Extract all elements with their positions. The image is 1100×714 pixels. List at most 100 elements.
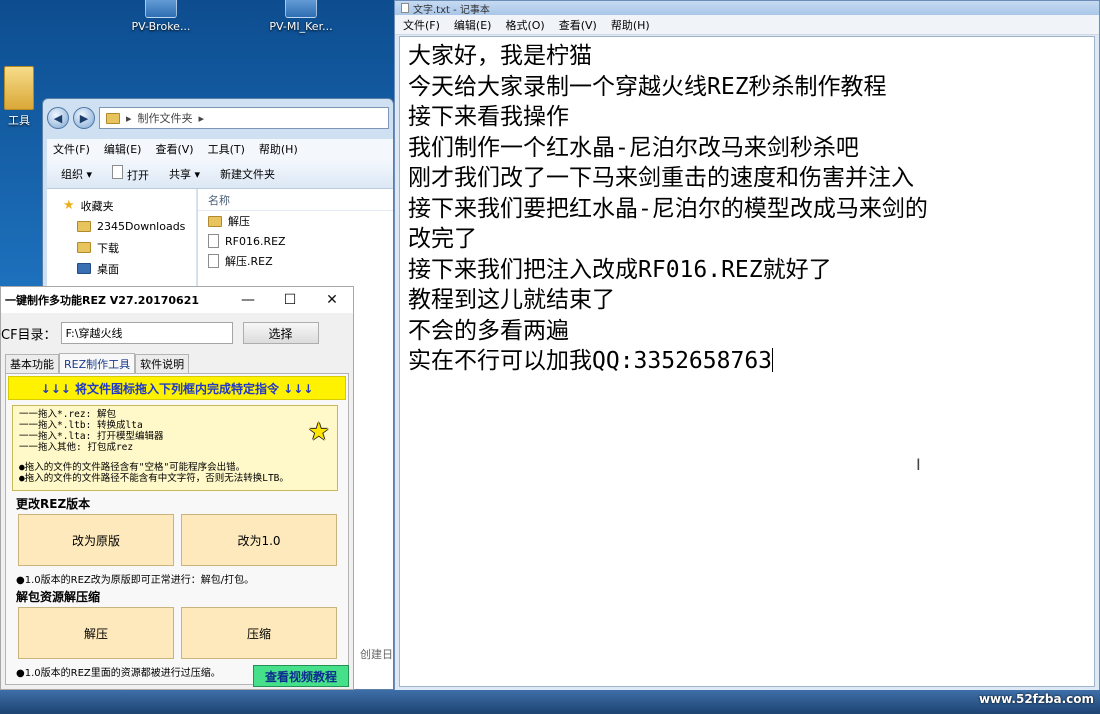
menu-file[interactable]: 文件(F) bbox=[403, 17, 440, 33]
text-line: 不会的多看两遍 bbox=[408, 317, 569, 344]
compress-button[interactable]: 压缩 bbox=[181, 607, 337, 659]
document-icon bbox=[208, 234, 219, 248]
file-name: RF016.REZ bbox=[225, 234, 286, 248]
chevron-right-icon: ▸ bbox=[126, 111, 132, 125]
desktop-icon-tools[interactable]: 工具 bbox=[2, 66, 36, 128]
sidebar-item-label: 2345Downloads bbox=[97, 220, 186, 233]
explorer-menu-bar: 文件(F) 编辑(E) 查看(V) 工具(T) 帮助(H) bbox=[47, 139, 393, 159]
cf-directory-row: CF目录： F:\穿越火线 选择 bbox=[1, 321, 319, 345]
file-row[interactable]: 解压 bbox=[198, 211, 393, 231]
notepad-icon bbox=[401, 3, 409, 13]
menu-format[interactable]: 格式(O) bbox=[505, 17, 544, 33]
file-row[interactable]: 解压.REZ bbox=[198, 251, 393, 271]
explorer-toolbar: 组织 ▾ 打开 共享 ▾ 新建文件夹 bbox=[47, 159, 393, 189]
tab-help[interactable]: 软件说明 bbox=[135, 354, 190, 373]
window-controls: — ☐ ✕ bbox=[227, 288, 353, 312]
drop-instruction-line: 一一拖入*.rez: 解包 bbox=[19, 409, 117, 420]
open-label: 打开 bbox=[127, 168, 150, 182]
menu-view[interactable]: 查看(V) bbox=[155, 141, 193, 157]
document-icon bbox=[112, 164, 124, 179]
tool-title-bar: 一键制作多功能REZ V27.20170621 — ☐ ✕ bbox=[1, 287, 353, 313]
notepad-title-bar: 文字.txt - 记事本 bbox=[395, 1, 1099, 16]
desktop-icon bbox=[77, 263, 91, 274]
menu-tools[interactable]: 工具(T) bbox=[208, 141, 245, 157]
drop-instruction-line: 一一拖入*.lta: 打开模型编辑器 bbox=[19, 431, 164, 442]
notepad-title: 文字.txt - 记事本 bbox=[413, 4, 490, 16]
cf-directory-input[interactable]: F:\穿越火线 bbox=[60, 322, 233, 344]
browse-button[interactable]: 选择 bbox=[242, 322, 319, 344]
folder-icon bbox=[77, 221, 91, 232]
shortcut-icon bbox=[285, 0, 317, 18]
menu-view[interactable]: 查看(V) bbox=[559, 17, 597, 33]
menu-edit[interactable]: 编辑(E) bbox=[454, 17, 492, 33]
notepad-text-area[interactable]: 大家好，我是柠猫 今天给大家录制一个穿越火线REZ秒杀制作教程 接下来看我操作 … bbox=[399, 36, 1095, 687]
text-line-last: 实在不行可以加我QQ:3352658763 bbox=[408, 346, 1094, 377]
watch-video-tutorial-button[interactable]: 查看视频教程 bbox=[253, 665, 349, 687]
rez-tool-window: 一键制作多功能REZ V27.20170621 — ☐ ✕ CF目录： F:\穿… bbox=[0, 286, 354, 690]
download-folder-icon bbox=[77, 242, 91, 253]
set-v1-button[interactable]: 改为1.0 bbox=[181, 514, 337, 566]
sidebar-item-favorites[interactable]: ★ 收藏夹 bbox=[47, 195, 196, 216]
file-name: 解压.REZ bbox=[225, 255, 273, 268]
section-title-version: 更改REZ版本 bbox=[16, 497, 91, 511]
new-folder-button[interactable]: 新建文件夹 bbox=[220, 166, 275, 182]
desktop-icon-pv-broke[interactable]: PV-Broke... bbox=[116, 0, 206, 33]
close-button[interactable]: ✕ bbox=[311, 288, 353, 312]
taskbar bbox=[0, 690, 1100, 714]
back-button[interactable]: ◀ bbox=[47, 107, 69, 129]
section-title-unpack: 解包资源解压缩 bbox=[16, 590, 101, 604]
explorer-nav-bar: ◀ ▶ ▸ 制作文件夹 ▸ bbox=[47, 105, 389, 131]
sidebar-item-downloads-2345[interactable]: 2345Downloads bbox=[47, 216, 196, 237]
tab-basic[interactable]: 基本功能 bbox=[5, 354, 59, 373]
text-line: 接下来我们把注入改成RF016.REZ就好了 bbox=[408, 256, 832, 283]
address-bar[interactable]: ▸ 制作文件夹 ▸ bbox=[99, 107, 389, 129]
sidebar-item-downloads[interactable]: 下载 bbox=[47, 237, 196, 258]
open-button[interactable]: 打开 bbox=[112, 164, 150, 183]
desktop-icon-label: 工具 bbox=[8, 114, 30, 127]
desktop-icon-pv-mi-ker[interactable]: PV-MI_Ker... bbox=[256, 0, 346, 33]
text-line: 接下来我们要把红水晶-尼泊尔的模型改成马来剑的 bbox=[408, 195, 928, 222]
menu-help[interactable]: 帮助(H) bbox=[611, 17, 650, 33]
file-drop-zone[interactable]: 一一拖入*.rez: 解包 一一拖入*.ltb: 转换成lta 一一拖入*.lt… bbox=[12, 405, 338, 491]
ibeam-cursor-icon: I bbox=[916, 455, 921, 474]
sidebar-item-label: 桌面 bbox=[97, 262, 119, 276]
forward-button[interactable]: ▶ bbox=[73, 107, 95, 129]
column-header-name[interactable]: 名称 bbox=[198, 189, 393, 211]
desktop-icon-label: PV-Broke... bbox=[131, 20, 191, 33]
tab-panel-rez-tools: ↓↓↓ 将文件图标拖入下列框内完成特定指令 ↓↓↓ 一一拖入*.rez: 解包 … bbox=[5, 373, 349, 685]
menu-edit[interactable]: 编辑(E) bbox=[104, 141, 142, 157]
menu-file[interactable]: 文件(F) bbox=[53, 141, 90, 157]
folder-icon bbox=[106, 112, 120, 124]
file-row[interactable]: RF016.REZ bbox=[198, 231, 393, 251]
cf-directory-label: CF目录： bbox=[1, 327, 57, 343]
drop-instruction-line: 一一拖入*.ltb: 转换成lta bbox=[19, 420, 143, 431]
drop-warning-line: ●拖入的文件的文件路径不能含有中文字符，否则无法转换LTB。 bbox=[19, 473, 289, 484]
tab-rez-tools[interactable]: REZ制作工具 bbox=[59, 353, 136, 373]
sidebar-item-label: 下载 bbox=[97, 241, 119, 255]
text-line: 大家好，我是柠猫 bbox=[408, 43, 592, 69]
tool-title: 一键制作多功能REZ V27.20170621 bbox=[5, 294, 200, 307]
star-icon: ★ bbox=[308, 409, 329, 449]
sidebar-item-desktop[interactable]: 桌面 bbox=[47, 258, 196, 279]
maximize-button[interactable]: ☐ bbox=[269, 288, 311, 312]
share-button[interactable]: 共享 ▾ bbox=[169, 166, 200, 182]
text-line: 接下来看我操作 bbox=[408, 104, 569, 130]
drop-warning-line: ●拖入的文件的文件路径含有"空格"可能程序会出错。 bbox=[19, 462, 246, 473]
text-line: 教程到这儿就结束了 bbox=[408, 287, 615, 313]
decompress-button[interactable]: 解压 bbox=[18, 607, 174, 659]
file-name: 解压 bbox=[228, 215, 250, 228]
notepad-menu-bar: 文件(F) 编辑(E) 格式(O) 查看(V) 帮助(H) bbox=[395, 15, 1099, 35]
minimize-button[interactable]: — bbox=[227, 288, 269, 312]
text-line: 改完了 bbox=[408, 226, 477, 252]
menu-help[interactable]: 帮助(H) bbox=[259, 141, 298, 157]
sidebar-item-label: 收藏夹 bbox=[80, 199, 114, 213]
drop-instruction-banner: ↓↓↓ 将文件图标拖入下列框内完成特定指令 ↓↓↓ bbox=[8, 376, 346, 400]
tool-tabs: 基本功能 REZ制作工具 软件说明 bbox=[5, 353, 190, 373]
organize-button[interactable]: 组织 ▾ bbox=[61, 166, 92, 182]
site-watermark: www.52fzba.com bbox=[978, 692, 1094, 706]
address-path: 制作文件夹 bbox=[137, 112, 193, 125]
compress-note: ●1.0版本的REZ里面的资源都被进行过压缩。 bbox=[16, 668, 221, 679]
version-note: ●1.0版本的REZ改为原版即可正常进行：解包/打包。 bbox=[16, 575, 255, 586]
text-line: 我们制作一个红水晶-尼泊尔改马来剑秒杀吧 bbox=[408, 134, 859, 161]
set-original-button[interactable]: 改为原版 bbox=[18, 514, 174, 566]
